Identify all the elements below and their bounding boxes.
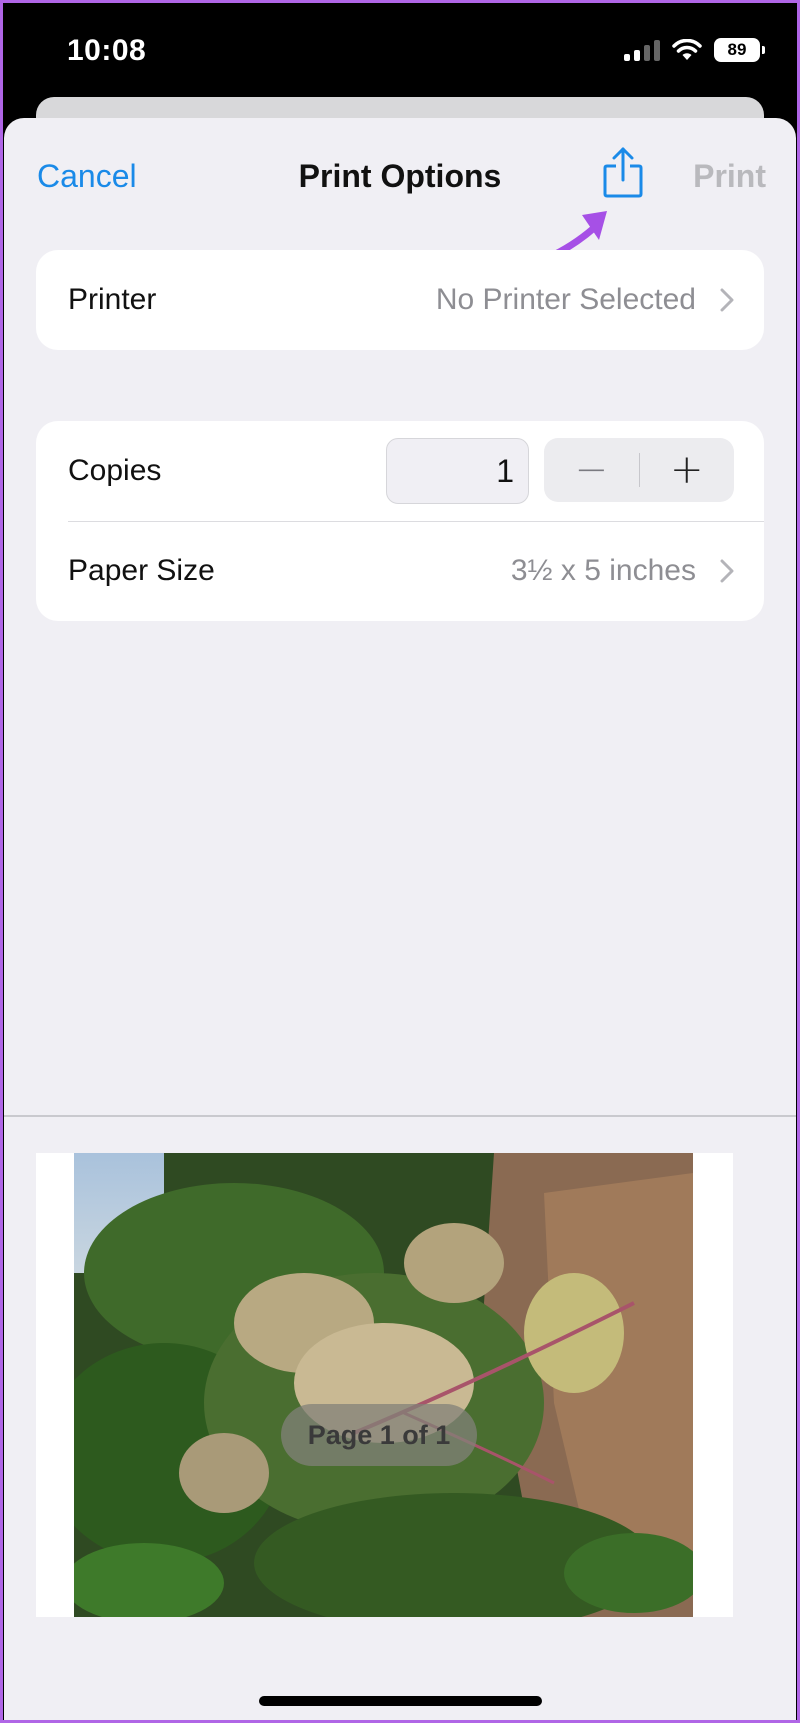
preview-photo: [74, 1153, 693, 1617]
copies-field[interactable]: 1: [386, 438, 529, 504]
paper-size-label: Paper Size: [68, 554, 215, 587]
options-group: Copies 1 − + Paper Size 3½ x 5 inches: [36, 421, 764, 621]
print-preview-page[interactable]: [36, 1153, 733, 1617]
page-title: Print Options: [298, 158, 502, 194]
print-options-sheet: Cancel Print Options Print Printer No Pr…: [4, 118, 796, 1723]
cellular-signal-icon: [624, 39, 660, 61]
wifi-icon: [672, 39, 702, 60]
status-time: 10:08: [67, 34, 147, 67]
paper-size-value: 3½ x 5 inches: [510, 554, 696, 587]
preview-divider: [4, 1115, 796, 1117]
battery-icon: 89: [714, 38, 765, 62]
printer-row[interactable]: Printer No Printer Selected: [36, 250, 764, 350]
status-icons: 89: [624, 38, 765, 62]
page-indicator: Page 1 of 1: [281, 1404, 477, 1466]
printer-label: Printer: [68, 283, 157, 316]
printer-value: No Printer Selected: [435, 283, 696, 316]
copies-label: Copies: [68, 454, 162, 487]
share-icon: [603, 147, 643, 198]
decrement-button[interactable]: −: [544, 438, 639, 502]
home-indicator: [259, 1696, 542, 1706]
navigation-bar: Cancel Print Options Print: [4, 118, 796, 238]
status-bar: 10:08 89: [0, 0, 800, 100]
share-button[interactable]: [601, 146, 645, 200]
chevron-right-icon: [720, 559, 734, 583]
increment-button[interactable]: +: [640, 438, 735, 502]
paper-size-row[interactable]: Paper Size 3½ x 5 inches: [36, 521, 764, 621]
printer-group: Printer No Printer Selected: [36, 250, 764, 350]
copies-row: Copies 1 − +: [36, 421, 764, 521]
print-button[interactable]: Print: [693, 158, 766, 195]
chevron-right-icon: [720, 288, 734, 312]
copies-stepper: − +: [544, 438, 734, 502]
